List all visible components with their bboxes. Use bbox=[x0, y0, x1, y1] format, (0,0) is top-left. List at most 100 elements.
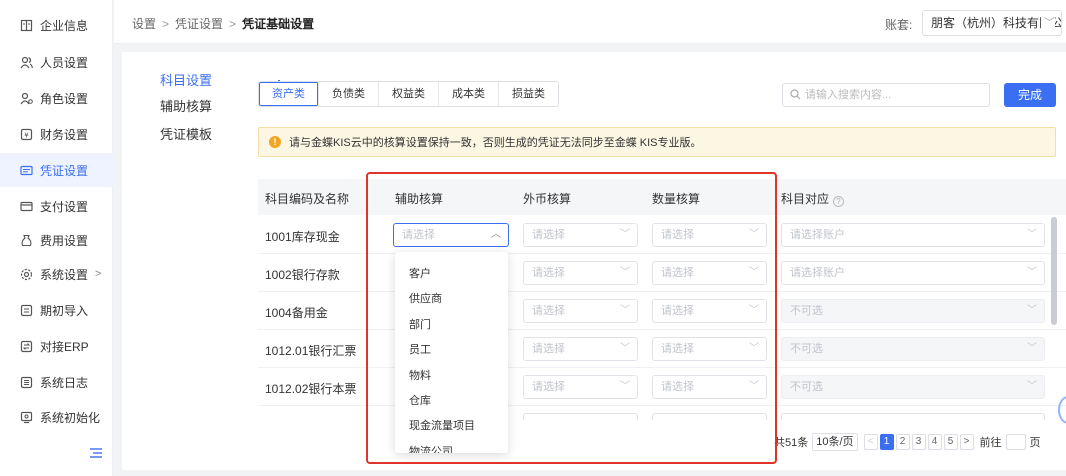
chevron-right-icon: > bbox=[95, 268, 102, 280]
goto-label: 前往 bbox=[979, 437, 1002, 449]
account-name: 1001库存现金 bbox=[265, 230, 340, 244]
chevron-down-icon: ﹀ bbox=[1027, 343, 1037, 354]
tab-assets[interactable]: 资产类 bbox=[259, 82, 319, 106]
account-name: 1012.02银行本票 bbox=[265, 382, 357, 396]
account-category-tabs: 资产类 负债类 权益类 成本类 损益类 bbox=[258, 81, 559, 107]
role-icon bbox=[20, 92, 33, 105]
subnav-item-accounts[interactable]: 科目设置 bbox=[160, 70, 240, 89]
subnav-item-templates[interactable]: 凭证模板 bbox=[160, 124, 240, 143]
sidebar-item-log[interactable]: 系统日志 bbox=[0, 365, 113, 399]
system-icon bbox=[20, 268, 33, 281]
page-size-select[interactable]: 10条/页 bbox=[812, 433, 858, 451]
chevron-down-icon: ﹀ bbox=[1027, 229, 1037, 240]
search-icon bbox=[790, 89, 801, 100]
sidebar-item-label: 企业信息 bbox=[40, 18, 89, 33]
sidebar: 企业信息 人员设置 角色设置 ¥ 财务设置 凭证设置 支付设置 费用设置 系统设… bbox=[0, 0, 113, 476]
chevron-down-icon: ﹀ bbox=[1041, 11, 1055, 35]
column-header-account: 科目编码及名称 bbox=[265, 192, 350, 206]
page-button[interactable]: 2 bbox=[895, 434, 910, 450]
tab-profit-loss[interactable]: 损益类 bbox=[499, 82, 558, 106]
mapping-select: 不可选 ﹀ bbox=[781, 299, 1045, 323]
breadcrumb-current: 凭证基础设置 bbox=[242, 17, 315, 31]
subnav-item-auxiliary[interactable]: 辅助核算 bbox=[160, 96, 240, 115]
breadcrumb-separator: > bbox=[229, 17, 237, 31]
mapping-select: 不可选 ﹀ bbox=[781, 337, 1045, 361]
breadcrumb-separator: > bbox=[162, 17, 170, 31]
sidebar-item-personnel[interactable]: 人员设置 bbox=[0, 45, 113, 79]
sidebar-item-payment[interactable]: 支付设置 bbox=[0, 189, 113, 223]
sidebar-item-init[interactable]: 系统初始化 bbox=[0, 400, 113, 434]
sidebar-item-company[interactable]: 企业信息 bbox=[0, 8, 113, 42]
mapping-select[interactable] bbox=[781, 413, 1045, 420]
select-placeholder: 请选择账户 bbox=[790, 267, 845, 279]
sidebar-item-label: 系统初始化 bbox=[40, 410, 101, 425]
sidebar-item-label: 人员设置 bbox=[40, 55, 89, 70]
page-unit-label: 页 bbox=[1029, 437, 1041, 449]
done-button[interactable]: 完成 bbox=[1004, 83, 1056, 107]
breadcrumb-item[interactable]: 凭证设置 bbox=[175, 17, 223, 31]
import-icon bbox=[20, 304, 33, 317]
account-name: 1002银行存款 bbox=[265, 268, 340, 282]
building-icon bbox=[20, 19, 33, 32]
mapping-select[interactable]: 请选择账户 ﹀ bbox=[781, 261, 1045, 285]
tab-equity[interactable]: 权益类 bbox=[379, 82, 439, 106]
column-header-mapping-label: 科目对应 bbox=[781, 192, 830, 206]
scrollbar-thumb[interactable] bbox=[1051, 217, 1057, 325]
sidebar-item-label: 财务设置 bbox=[40, 127, 89, 142]
header: 设置 > 凭证设置 > 凭证基础设置 账套: 朋客（杭州）科技有限公司 ﹀ bbox=[114, 0, 1066, 44]
account-label: 账套: bbox=[885, 18, 913, 32]
sidebar-item-roles[interactable]: 角色设置 bbox=[0, 81, 113, 115]
account-name: 1012.01银行汇票 bbox=[265, 344, 357, 358]
account-select[interactable]: 朋客（杭州）科技有限公司 ﹀ bbox=[922, 10, 1062, 36]
select-placeholder: 不可选 bbox=[790, 305, 823, 317]
sidebar-item-finance[interactable]: ¥ 财务设置 bbox=[0, 117, 113, 151]
init-icon bbox=[20, 411, 33, 424]
sidebar-item-label: 角色设置 bbox=[40, 91, 89, 106]
page-button[interactable]: 1 bbox=[879, 434, 894, 450]
log-icon bbox=[20, 376, 33, 389]
select-placeholder: 不可选 bbox=[790, 381, 823, 393]
breadcrumb-item[interactable]: 设置 bbox=[132, 17, 156, 31]
sidebar-item-import[interactable]: 期初导入 bbox=[0, 293, 113, 327]
help-icon[interactable]: ? bbox=[833, 196, 845, 207]
breadcrumb: 设置 > 凭证设置 > 凭证基础设置 bbox=[132, 15, 314, 32]
tab-liabilities[interactable]: 负债类 bbox=[319, 82, 379, 106]
select-placeholder: 请选择账户 bbox=[790, 229, 845, 241]
sidebar-item-label: 费用设置 bbox=[40, 233, 89, 248]
warning-banner: ! 请与金蝶KIS云中的核算设置保持一致，否则生成的凭证无法同步至金蝶 KIS专… bbox=[258, 127, 1056, 157]
erp-icon bbox=[20, 340, 33, 353]
page-button[interactable]: 4 bbox=[927, 434, 942, 450]
sidebar-item-voucher[interactable]: 凭证设置 bbox=[0, 153, 113, 187]
sidebar-item-system[interactable]: 系统设置 > bbox=[0, 257, 113, 291]
sidebar-item-expense[interactable]: 费用设置 bbox=[0, 223, 113, 257]
pagination: 共51条 10条/页 < 1 2 3 4 5 > 前往 页 bbox=[774, 433, 1041, 451]
sidebar-item-label: 凭证设置 bbox=[40, 163, 89, 178]
svg-text:¥: ¥ bbox=[24, 131, 29, 139]
mapping-select[interactable]: 请选择账户 ﹀ bbox=[781, 223, 1045, 247]
search-input[interactable] bbox=[805, 87, 985, 103]
column-header-mapping: 科目对应? bbox=[781, 190, 845, 207]
prev-page-button[interactable]: < bbox=[863, 434, 878, 450]
highlight-box bbox=[366, 172, 777, 464]
tab-cost[interactable]: 成本类 bbox=[439, 82, 499, 106]
payment-icon bbox=[20, 200, 33, 213]
next-page-button[interactable]: > bbox=[959, 434, 974, 450]
users-icon bbox=[20, 56, 33, 69]
goto-page-input[interactable] bbox=[1005, 434, 1026, 450]
expense-icon bbox=[20, 234, 33, 247]
page-button[interactable]: 3 bbox=[911, 434, 926, 450]
mapping-select: 不可选 ﹀ bbox=[781, 375, 1045, 399]
chevron-down-icon: ﹀ bbox=[1027, 267, 1037, 278]
warning-icon: ! bbox=[269, 136, 281, 148]
sidebar-item-erp[interactable]: 对接ERP bbox=[0, 329, 113, 363]
page-button[interactable]: 5 bbox=[943, 434, 958, 450]
sidebar-item-label: 期初导入 bbox=[40, 303, 89, 318]
collapse-menu-icon[interactable] bbox=[89, 446, 103, 460]
sidebar-item-label: 系统设置 bbox=[40, 267, 89, 282]
sidebar-item-label: 支付设置 bbox=[40, 199, 89, 214]
finance-icon: ¥ bbox=[20, 128, 33, 141]
select-placeholder: 不可选 bbox=[790, 343, 823, 355]
chevron-down-icon: ﹀ bbox=[1027, 305, 1037, 316]
voucher-icon bbox=[20, 164, 33, 177]
sidebar-item-label: 系统日志 bbox=[40, 375, 89, 390]
